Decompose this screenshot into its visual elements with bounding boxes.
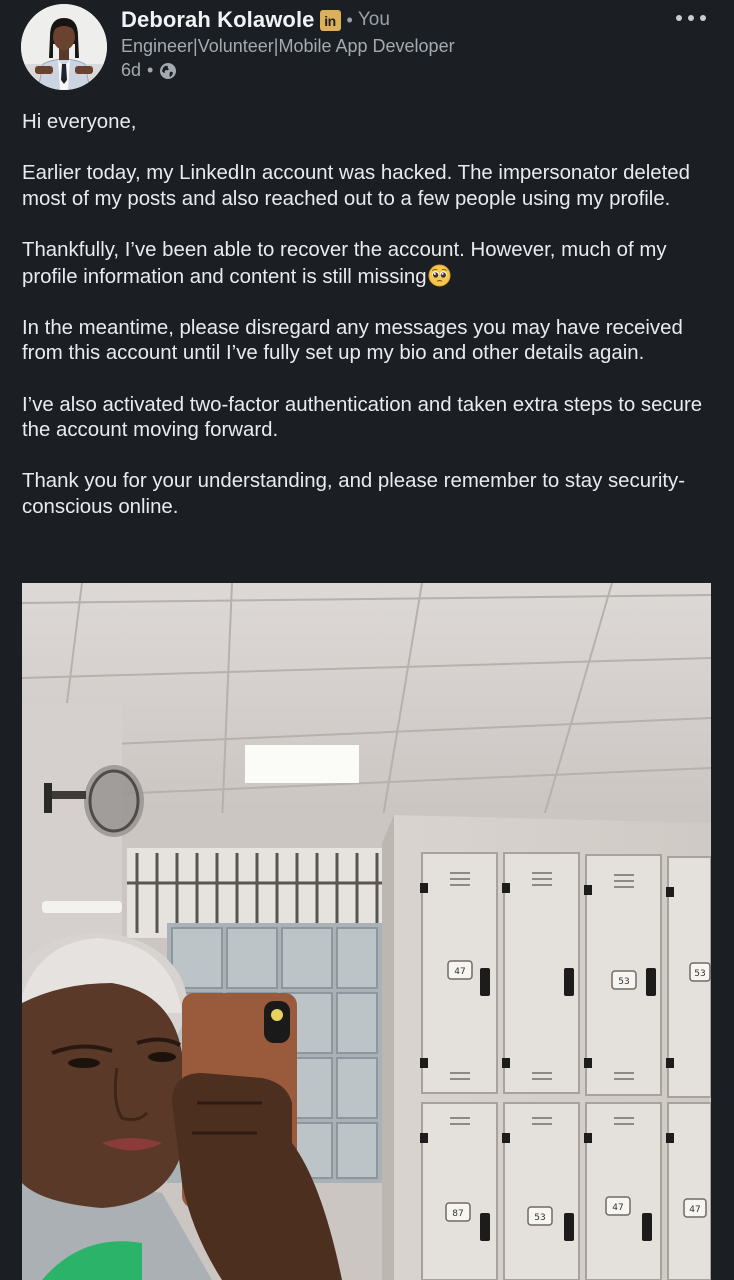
- more-dot: [688, 15, 694, 21]
- post-image[interactable]: 47 53 53 87 53 47 47: [22, 583, 711, 1280]
- locker-label: 47: [689, 1205, 700, 1215]
- more-dot: [700, 15, 706, 21]
- locker-label: 47: [454, 967, 465, 977]
- globe-icon: [160, 62, 177, 79]
- locker-room-selfie-image: 47 53 53 87 53 47 47: [22, 583, 711, 1280]
- post-text: Hi everyone, Earlier today, my LinkedIn …: [22, 110, 722, 546]
- locker-label: 47: [612, 1203, 623, 1213]
- post-meta: 6d •: [121, 60, 177, 81]
- time-separator: •: [147, 60, 154, 80]
- post-paragraph: Hi everyone,: [22, 111, 137, 133]
- post-paragraph: Earlier today, my LinkedIn account was h…: [22, 162, 690, 210]
- locker-label: 53: [618, 977, 629, 987]
- connection-degree: You: [357, 9, 390, 30]
- author-line: Deborah Kolawole in • You: [121, 7, 390, 33]
- author-avatar-image: [21, 4, 107, 90]
- post-paragraph-with-emoji: Thankfully, I’ve been able to recover th…: [22, 238, 722, 290]
- post-header: Deborah Kolawole in • You Engineer|Volun…: [0, 0, 734, 100]
- locker-label: 53: [694, 969, 705, 979]
- author-name[interactable]: Deborah Kolawole: [121, 7, 315, 33]
- author-headline: Engineer|Volunteer|Mobile App Developer: [121, 36, 455, 56]
- post-paragraph-text: Thankfully, I’ve been able to recover th…: [22, 238, 667, 288]
- post-paragraph: In the meantime, please disregard any me…: [22, 316, 683, 365]
- locker-label: 87: [452, 1209, 463, 1219]
- locker-label: 53: [534, 1213, 545, 1223]
- post-paragraph: I’ve also activated two-factor authentic…: [22, 393, 703, 442]
- post-paragraph: Thank you for your understanding, and pl…: [22, 470, 686, 518]
- more-horizontal-icon: [676, 15, 682, 21]
- author-avatar[interactable]: [21, 4, 107, 90]
- linkedin-icon: in: [319, 9, 341, 31]
- pleading-face-emoji-icon: [428, 264, 451, 287]
- degree-separator: •: [346, 9, 353, 30]
- linkedin-badge-text: in: [324, 12, 336, 29]
- more-options-button[interactable]: [676, 10, 706, 26]
- post-time: 6d: [121, 60, 142, 80]
